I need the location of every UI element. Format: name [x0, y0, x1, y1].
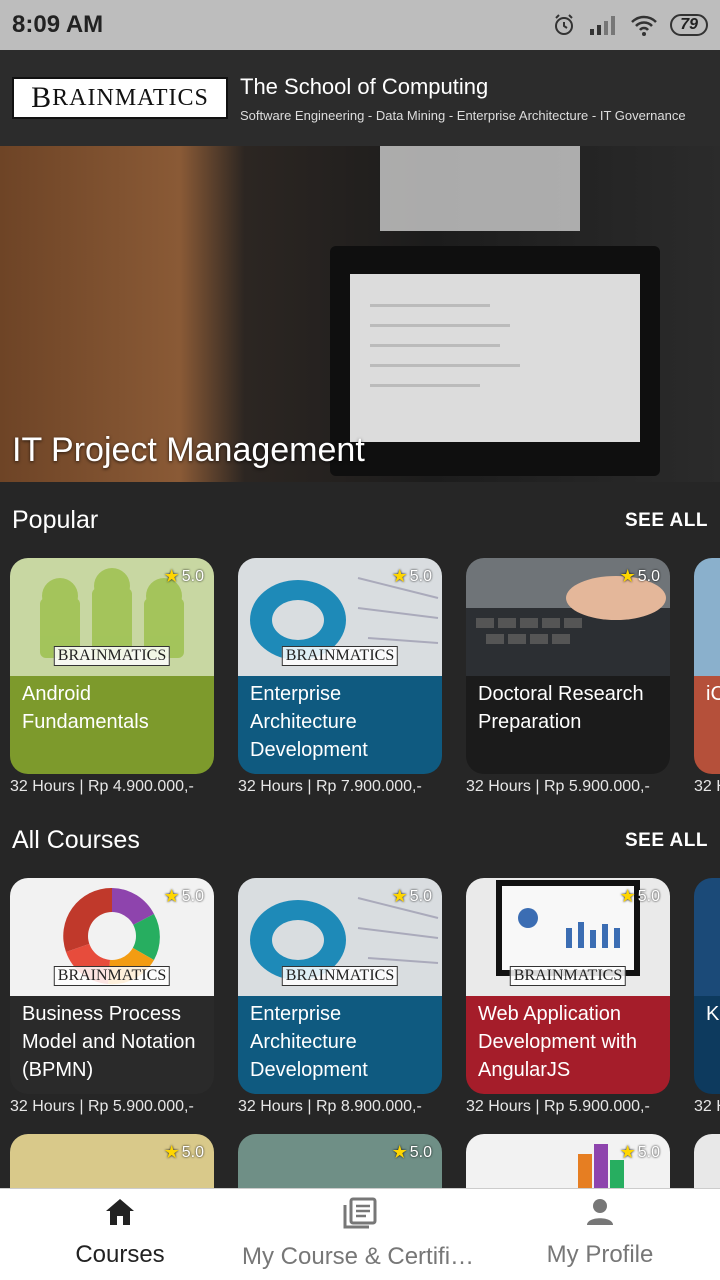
person-icon — [587, 1199, 613, 1225]
hero-banner[interactable]: IT Project Management — [0, 146, 720, 482]
nav-courses-label: Courses — [75, 1241, 165, 1268]
course-card[interactable] — [694, 1134, 720, 1190]
course-card[interactable]: Ki M 32 H — [694, 878, 720, 1116]
nav-my-course-label: My Course & Certific... — [242, 1243, 478, 1270]
course-rating: ★ 5.0 — [163, 566, 204, 586]
status-icons: 79 — [552, 13, 708, 37]
course-rating: ★ 5.0 — [619, 886, 660, 906]
course-title: Enterprise Architecture Development — [238, 676, 442, 774]
app-header: B RAIN MATICS The School of Computing Soft… — [0, 50, 720, 146]
nav-profile[interactable]: My Profile — [480, 1189, 720, 1280]
course-card[interactable]: BRAINMATICS Web Application Development … — [466, 878, 670, 1116]
course-card[interactable]: BRAINMATICS Business Process Model and N… — [10, 878, 214, 1116]
star-icon: ★ — [391, 1142, 408, 1162]
alarm-icon — [555, 14, 574, 35]
nav-my-course[interactable]: My Course & Certific... — [240, 1189, 480, 1280]
course-meta: 32 Hours | Rp 5.900.000,- — [466, 1098, 650, 1115]
home-icon — [106, 1199, 134, 1225]
star-icon: ★ — [391, 886, 408, 906]
course-rating: ★ 5.0 — [619, 1142, 660, 1162]
signal-icon — [590, 16, 616, 35]
course-meta: 32 H — [694, 778, 720, 795]
course-meta: 32 Hours | Rp 7.900.000,- — [238, 778, 422, 795]
course-meta: 32 Hours | Rp 8.900.000,- — [238, 1098, 422, 1115]
course-rating: ★ 5.0 — [391, 566, 432, 586]
course-card[interactable]: ★ 5.0 — [238, 1134, 442, 1190]
all-courses-see-all-button[interactable]: SEE ALL — [625, 830, 708, 852]
course-rating: ★ 5.0 — [619, 566, 660, 586]
hero-title: IT Project Management — [12, 431, 365, 469]
course-card[interactable]: ★ 5.0 — [10, 1134, 214, 1190]
course-title: Business Process Model and Notation (BPM… — [10, 996, 214, 1094]
star-icon: ★ — [163, 566, 180, 586]
all-courses-header: All Courses SEE ALL — [12, 826, 708, 855]
popular-header: Popular SEE ALL — [12, 506, 708, 535]
popular-see-all-button[interactable]: SEE ALL — [625, 510, 708, 532]
brand-logo: B RAIN MATICS — [12, 77, 228, 119]
course-title: iC D S — [694, 676, 720, 774]
course-title: Enterprise Architecture Development — [238, 996, 442, 1094]
star-icon: ★ — [163, 886, 180, 906]
star-icon: ★ — [391, 566, 408, 586]
more-course-list[interactable]: ★ 5.0 ★ 5.0 ★ 5.0 — [0, 1134, 720, 1190]
course-card[interactable]: iC D S 32 H — [694, 558, 720, 796]
star-icon: ★ — [619, 566, 636, 586]
header-text: The School of Computing Software Enginee… — [240, 74, 686, 123]
nav-courses[interactable]: Courses — [0, 1189, 240, 1280]
all-courses-title: All Courses — [12, 826, 140, 854]
library-books-icon — [343, 1197, 377, 1229]
course-card[interactable]: ★ 5.0 — [466, 1134, 670, 1190]
battery-indicator: 79 — [670, 14, 708, 36]
bottom-navigation: Courses My Course & Certific... My Profi… — [0, 1188, 720, 1280]
status-bar: 8:09 AM 79 — [0, 0, 720, 50]
course-card[interactable]: BRAINMATICS Enterprise Architecture Deve… — [238, 558, 442, 796]
star-icon: ★ — [619, 886, 636, 906]
popular-title: Popular — [12, 506, 99, 534]
course-rating: ★ 5.0 — [163, 1142, 204, 1162]
star-icon: ★ — [163, 1142, 180, 1162]
status-time: 8:09 AM — [12, 11, 104, 38]
course-title: Ki M — [694, 996, 720, 1094]
course-rating: ★ 5.0 — [391, 886, 432, 906]
course-meta: 32 Hours | Rp 5.900.000,- — [10, 1098, 194, 1115]
all-course-list[interactable]: BRAINMATICS Business Process Model and N… — [0, 878, 720, 1123]
header-subtitle: Software Engineering - Data Mining - Ent… — [240, 107, 686, 123]
course-meta: 32 Hours | Rp 5.900.000,- — [466, 778, 650, 795]
popular-course-list[interactable]: BRAINMATICS Android Fundamentals ★ 5.0 32… — [0, 558, 720, 803]
course-thumbnail — [694, 878, 720, 996]
wifi-icon — [631, 15, 658, 36]
course-card[interactable]: BRAINMATICS Enterprise Architecture Deve… — [238, 878, 442, 1116]
star-icon: ★ — [619, 1142, 636, 1162]
nav-profile-label: My Profile — [546, 1241, 654, 1268]
course-rating: ★ 5.0 — [391, 1142, 432, 1162]
course-card[interactable]: Doctoral Research Preparation ★ 5.0 32 Ho… — [466, 558, 670, 796]
hero-monitor-screen — [350, 274, 640, 442]
course-meta: 32 H — [694, 1098, 720, 1115]
course-title: Android Fundamentals — [10, 676, 214, 774]
course-title: Web Application Development with Angular… — [466, 996, 670, 1094]
hero-whiteboard — [380, 146, 580, 231]
course-rating: ★ 5.0 — [163, 886, 204, 906]
course-title: Doctoral Research Preparation — [466, 676, 670, 774]
course-card[interactable]: BRAINMATICS Android Fundamentals ★ 5.0 32… — [10, 558, 214, 796]
course-meta: 32 Hours | Rp 4.900.000,- — [10, 778, 194, 795]
course-thumbnail — [694, 558, 720, 676]
header-title: The School of Computing — [240, 73, 489, 99]
